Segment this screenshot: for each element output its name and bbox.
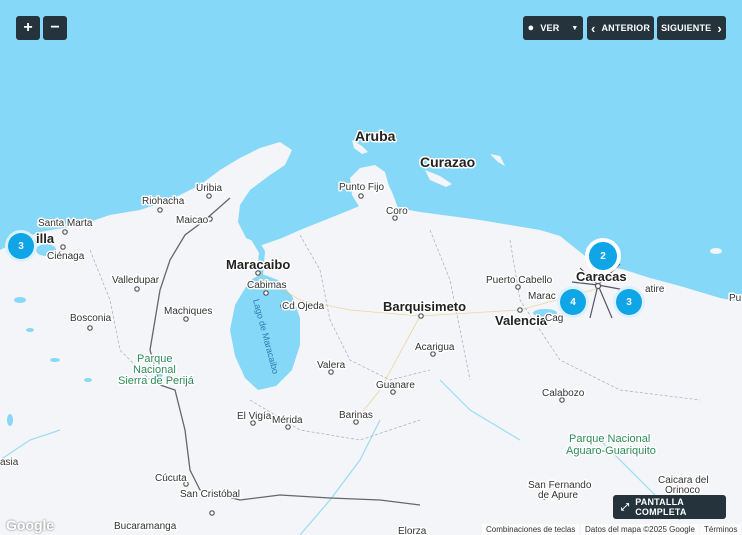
label-aruba: Aruba xyxy=(355,128,396,144)
keyboard-shortcuts-link[interactable]: Combinaciones de teclas xyxy=(482,524,580,535)
label-barranquilla-fragment: illa xyxy=(36,231,55,246)
label-calabozo: Calabozo xyxy=(542,388,585,399)
expand-icon: ⤢ xyxy=(621,501,630,513)
cluster-marker-west[interactable]: 3 xyxy=(5,230,37,262)
label-cd-ojeda: Cd Ojeda xyxy=(282,301,325,312)
label-cagua: Cag xyxy=(545,313,563,324)
chevron-right-icon: › xyxy=(717,20,722,36)
label-cucuta: Cúcuta xyxy=(155,473,187,484)
label-bosconia: Bosconia xyxy=(70,313,112,324)
next-label: SIGUIENTE xyxy=(661,23,712,33)
zoom-out-button[interactable]: − xyxy=(43,16,67,40)
chevron-left-icon: ‹ xyxy=(590,20,596,36)
label-park-aguaro-1: Parque Nacional xyxy=(569,433,650,445)
label-acarigua: Acarigua xyxy=(415,342,455,353)
label-valera: Valera xyxy=(317,360,346,371)
label-punto-fijo: Punto Fijo xyxy=(339,182,384,193)
label-uribia: Uribia xyxy=(196,183,223,194)
label-catire: atire xyxy=(645,284,665,295)
label-cienaga: Ciénaga xyxy=(47,251,85,262)
label-el-vigia: El Vigía xyxy=(237,411,272,422)
label-san-cristobal: San Cristóbal xyxy=(180,489,240,500)
label-cabimas: Cabimas xyxy=(247,280,286,291)
label-park-aguaro-2: Aguaro-Guariquito xyxy=(566,445,656,457)
globe-icon: ● xyxy=(527,22,535,34)
label-bucaramanga: Bucaramanga xyxy=(114,521,177,532)
label-coro: Coro xyxy=(386,206,408,217)
zoom-in-button[interactable]: + xyxy=(16,16,40,40)
label-santa-marta: Santa Marta xyxy=(38,218,93,229)
label-guanare: Guanare xyxy=(376,380,415,391)
label-machiques: Machiques xyxy=(164,306,212,317)
view-dropdown-button[interactable]: ● VER ▼ xyxy=(523,16,583,40)
label-asia-fragment: asia xyxy=(0,457,19,468)
view-label: VER xyxy=(540,23,560,33)
label-park-perija-3: Sierra de Perijá xyxy=(118,375,195,387)
map-data-attribution: Datos del mapa ©2025 Google xyxy=(581,524,699,535)
chevron-down-icon: ▼ xyxy=(571,24,579,32)
label-maicao: Maicao xyxy=(176,215,209,226)
label-barinas: Barinas xyxy=(339,410,373,421)
label-riohacha: Riohacha xyxy=(142,196,185,207)
fullscreen-button[interactable]: ⤢ PANTALLA COMPLETA xyxy=(613,495,726,519)
label-puerto-cabello: Puerto Cabello xyxy=(486,275,553,286)
margarita-island xyxy=(710,248,722,254)
previous-button[interactable]: ‹ ANTERIOR xyxy=(587,16,654,40)
label-maracaibo: Maracaibo xyxy=(226,257,290,272)
cluster-marker-guarenas[interactable]: 3 xyxy=(613,286,645,318)
cluster-marker-caracas[interactable]: 2 xyxy=(585,238,621,274)
label-de-apure: de Apure xyxy=(538,490,578,501)
label-curazao: Curazao xyxy=(420,154,475,170)
label-valencia: Valencia xyxy=(495,313,548,328)
cluster-marker-maracay[interactable]: 4 xyxy=(557,286,589,318)
previous-label: ANTERIOR xyxy=(601,23,651,33)
map-canvas[interactable]: Aruba Curazao Punto Fijo Coro Riohacha U… xyxy=(0,0,742,535)
label-merida: Mérida xyxy=(272,415,303,426)
label-pu: Pu xyxy=(729,293,741,304)
label-elorza: Elorza xyxy=(398,526,427,535)
fullscreen-label: PANTALLA COMPLETA xyxy=(635,497,687,517)
next-button[interactable]: SIGUIENTE › xyxy=(657,16,726,40)
label-valledupar: Valledupar xyxy=(112,275,160,286)
label-barquisimeto: Barquisimeto xyxy=(383,299,466,314)
label-maracay: Marac xyxy=(528,291,556,302)
google-logo: Google xyxy=(6,517,55,533)
terms-link[interactable]: Términos xyxy=(700,524,742,535)
